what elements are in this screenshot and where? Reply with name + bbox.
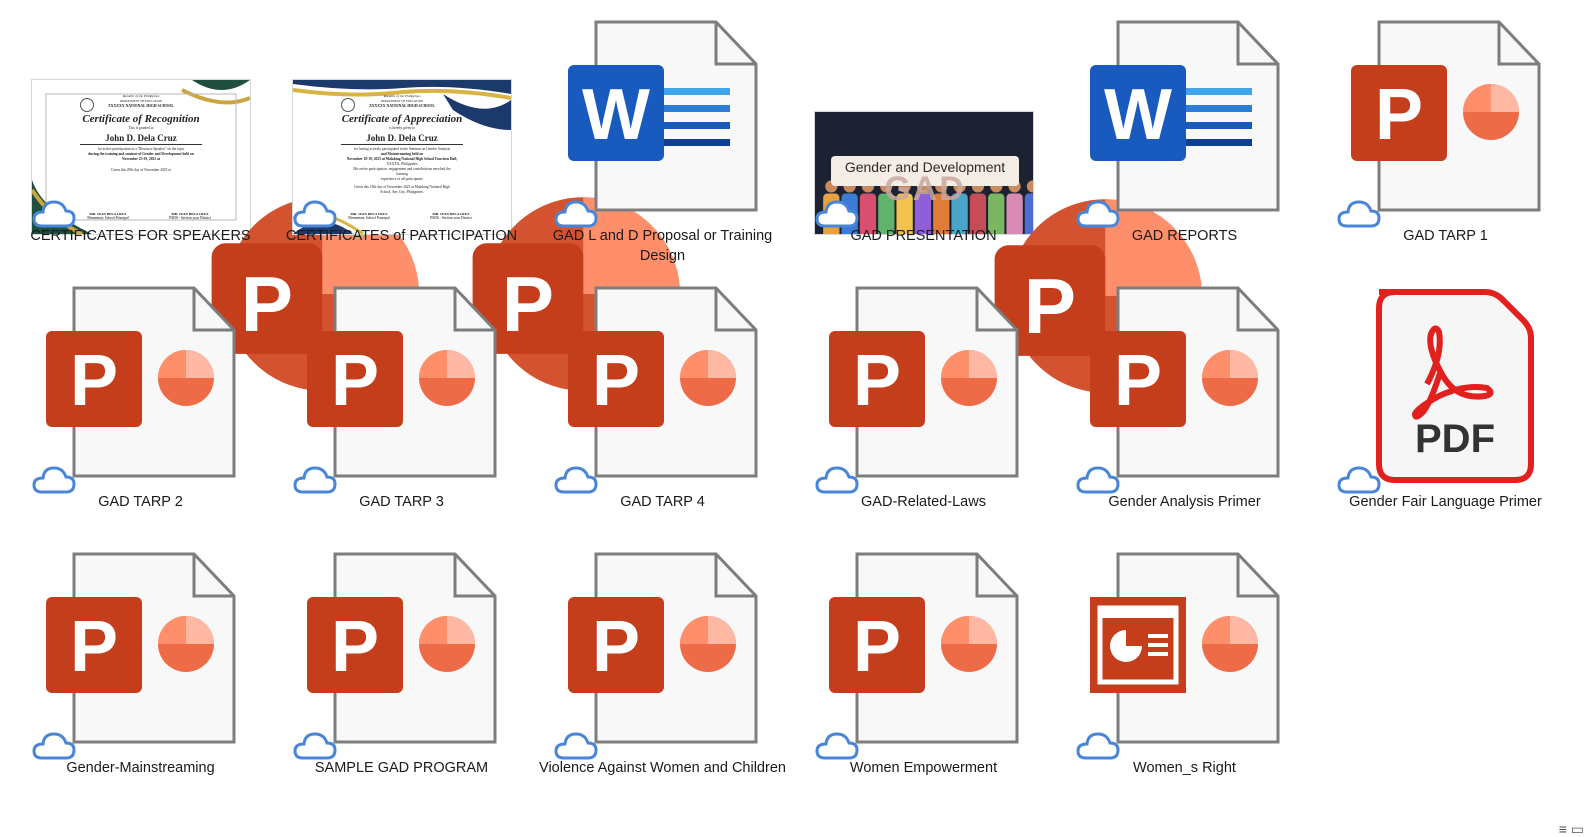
word-document-icon[interactable]: W xyxy=(552,18,774,230)
file-name[interactable]: GAD TARP 1 xyxy=(1317,226,1574,246)
powerpoint-document-icon[interactable]: P xyxy=(552,550,774,762)
cert-signatory-role: Elementary School Principal xyxy=(348,216,390,220)
svg-text:P: P xyxy=(853,341,901,421)
powerpoint-document-icon[interactable]: P xyxy=(552,284,774,496)
file-item[interactable]: Gender and Development GAD P GAD PRESENT… xyxy=(793,10,1202,393)
file-name[interactable]: GAD TARP 3 xyxy=(273,492,530,512)
file-item[interactable]: PDF Gender Fair Language Primer xyxy=(1315,276,1576,542)
cert-recipient: John D. Dela Cruz xyxy=(80,132,202,145)
file-name[interactable]: CERTIFICATES of PARTICIPATION xyxy=(273,226,530,246)
file-name[interactable]: GAD REPORTS xyxy=(1056,226,1313,246)
svg-text:P: P xyxy=(592,341,640,421)
file-name[interactable]: GAD TARP 4 xyxy=(534,492,791,512)
word-document-icon[interactable]: W xyxy=(1074,18,1296,230)
powerpoint-document-icon[interactable]: P xyxy=(291,550,513,762)
svg-text:P: P xyxy=(592,607,640,687)
file-name[interactable]: GAD TARP 2 xyxy=(12,492,269,512)
cert-school: XXXXXX NATIONAL HIGH SCHOOL xyxy=(369,104,435,108)
file-name[interactable]: Gender-Mainstreaming xyxy=(12,758,269,778)
cert-recipient: John D. Dela Cruz xyxy=(341,132,463,145)
file-name[interactable]: CERTIFICATES FOR SPEAKERS xyxy=(12,226,269,246)
svg-text:P: P xyxy=(331,607,379,687)
powerpoint-document-icon[interactable]: P xyxy=(30,284,252,496)
file-name[interactable]: GAD PRESENTATION xyxy=(795,226,1052,246)
seal-icon xyxy=(80,98,94,112)
file-item[interactable]: W GAD L and D Proposal or Training Desig… xyxy=(532,10,793,276)
file-item[interactable]: P GAD TARP 4 xyxy=(532,276,793,542)
file-item[interactable]: Republic of the Philippines DEPARTMENT O… xyxy=(10,10,419,391)
file-name[interactable]: Violence Against Women and Children xyxy=(534,758,791,778)
svg-text:P: P xyxy=(331,341,379,421)
pdf-badge-text: PDF xyxy=(1415,417,1495,461)
gad-presentation-thumbnail[interactable]: Gender and Development GAD P xyxy=(813,18,1202,393)
cert-title: Certificate of Recognition xyxy=(82,113,200,125)
svg-text:W: W xyxy=(582,75,650,155)
svg-text:P: P xyxy=(70,341,118,421)
svg-text:W: W xyxy=(1104,75,1172,155)
powerpoint-document-icon[interactable]: P xyxy=(813,284,1035,496)
cert-body-line: November 25-29, 2025 at xyxy=(121,157,161,161)
pdf-document-icon[interactable]: PDF xyxy=(1335,284,1557,496)
seal-icon xyxy=(341,98,355,112)
file-item[interactable]: P Violence Against Women and Children xyxy=(532,542,793,808)
file-name[interactable]: Gender Analysis Primer xyxy=(1056,492,1313,512)
file-item[interactable]: W GAD REPORTS xyxy=(1054,10,1315,276)
file-name[interactable]: GAD-Related-Laws xyxy=(795,492,1052,512)
svg-text:P: P xyxy=(853,607,901,687)
file-name[interactable]: Women Empowerment xyxy=(795,758,1052,778)
file-item[interactable]: P SAMPLE GAD PROGRAM xyxy=(271,542,532,808)
file-name[interactable]: Gender Fair Language Primer xyxy=(1317,492,1574,512)
powerpoint-document-icon[interactable]: P xyxy=(1335,18,1557,230)
view-toggle[interactable]: ≡ ▭ xyxy=(1552,821,1584,837)
svg-text:P: P xyxy=(70,607,118,687)
file-item[interactable]: P GAD TARP 1 xyxy=(1315,10,1576,276)
powerpoint-document-icon[interactable]: P xyxy=(1074,284,1296,496)
cert-title: Certificate of Appreciation xyxy=(341,113,463,125)
certificate-thumbnail[interactable]: Republic of the Philippines DEPARTMENT O… xyxy=(291,18,680,391)
powerpoint-document-icon[interactable]: P xyxy=(30,550,252,762)
svg-text:P: P xyxy=(1375,75,1423,155)
file-item[interactable]: P Gender-Mainstreaming xyxy=(10,542,271,808)
file-grid: Republic of the Philippines DEPARTMENT O… xyxy=(10,10,1570,808)
svg-text:P: P xyxy=(1114,341,1162,421)
cert-school: XXXXXX NATIONAL HIGH SCHOOL xyxy=(108,104,174,108)
certificate-thumbnail[interactable]: Republic of the Philippines DEPARTMENT O… xyxy=(30,18,419,391)
file-item[interactable]: Republic of the Philippines DEPARTMENT O… xyxy=(271,10,680,391)
file-item[interactable]: P Gender Analysis Primer xyxy=(1054,276,1315,542)
cert-body-line: experience of all participants. xyxy=(380,177,424,181)
cert-given-line: Given this 29th day of November 2025 at xyxy=(111,168,171,172)
powerpoint-document-icon[interactable]: P xyxy=(291,284,513,496)
powerpoint-document-icon[interactable]: P xyxy=(813,550,1035,762)
cert-signatory-role: Elementary School Principal xyxy=(87,216,129,220)
file-item[interactable]: P Women Empowerment xyxy=(793,542,1054,808)
file-item[interactable]: P GAD-Related-Laws xyxy=(793,276,1054,542)
file-name[interactable]: GAD L and D Proposal or Training Design xyxy=(534,226,791,266)
cert-granted: is hereby given to xyxy=(389,126,415,130)
file-item[interactable]: P GAD TARP 3 xyxy=(271,276,532,542)
file-item[interactable]: P GAD TARP 2 xyxy=(10,276,271,542)
powerpoint-show-icon[interactable] xyxy=(1074,550,1296,762)
cert-granted: This is granted to xyxy=(128,126,154,130)
file-name[interactable]: Women_s Right xyxy=(1056,758,1313,778)
file-name[interactable]: SAMPLE GAD PROGRAM xyxy=(273,758,530,778)
file-item[interactable]: Women_s Right xyxy=(1054,542,1315,808)
